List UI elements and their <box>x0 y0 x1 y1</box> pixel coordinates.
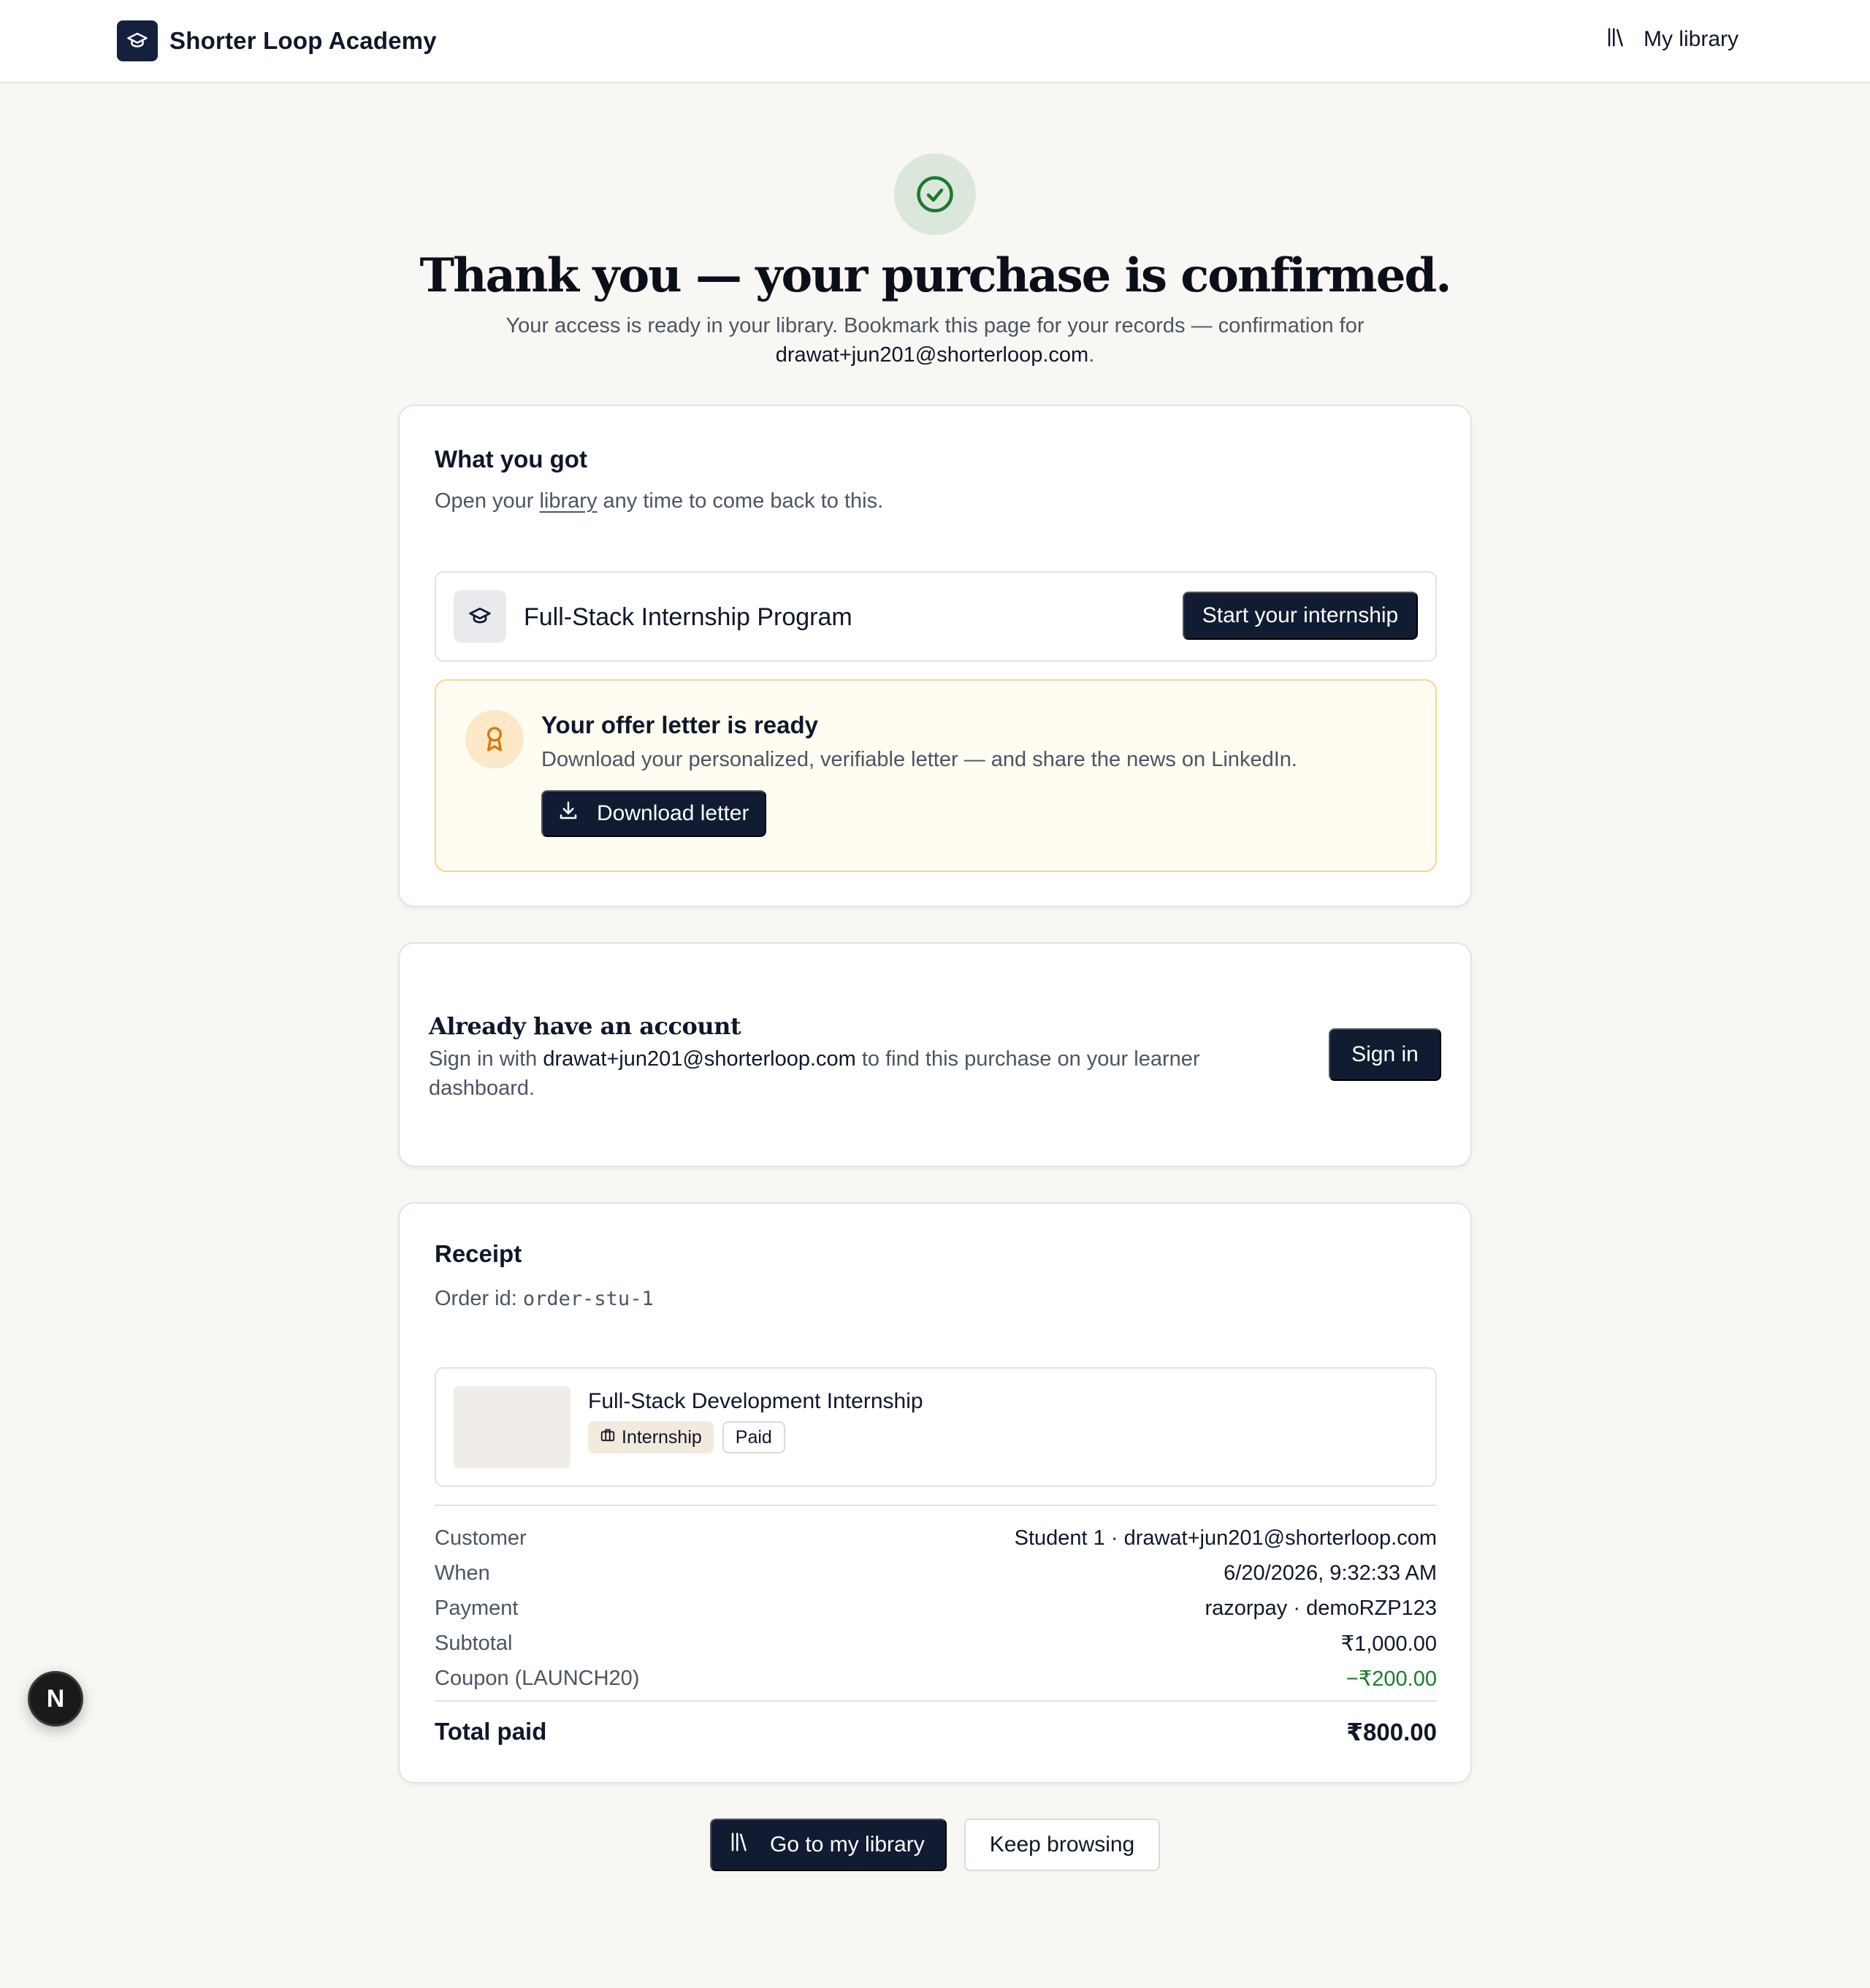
receipt-line-when: When 6/20/2026, 9:32:33 AM <box>435 1556 1437 1591</box>
product-name: Full-Stack Internship Program <box>524 603 852 631</box>
offer-title: Your offer letter is ready <box>541 711 819 738</box>
page-subtitle: Your access is ready in your library. Bo… <box>409 311 1461 370</box>
brand[interactable]: Shorter Loop Academy <box>117 20 437 61</box>
line-value: Student 1 · drawat+jun201@shorterloop.co… <box>1014 1526 1437 1550</box>
line-label: Customer <box>435 1526 527 1550</box>
receipt-divider <box>435 1505 1437 1506</box>
library-icon <box>729 1831 751 1859</box>
receipt-lines: Customer Student 1 · drawat+jun201@short… <box>435 1521 1437 1696</box>
account-title: Already have an account <box>429 1012 741 1040</box>
subtitle-suffix: . <box>1088 343 1095 367</box>
top-navigation-bar: Shorter Loop Academy My library <box>0 0 1870 83</box>
line-label: When <box>435 1561 490 1585</box>
total-row: Total paid ₹800.00 <box>435 1718 1437 1746</box>
sign-in-button[interactable]: Sign in <box>1329 1028 1441 1081</box>
line-label: Payment <box>435 1596 519 1620</box>
offer-description: Download your personalized, verifiable l… <box>541 748 1297 771</box>
my-library-link[interactable]: My library <box>1606 26 1739 52</box>
item-name: Full-Stack Development Internship <box>588 1389 923 1413</box>
briefcase-icon <box>600 1427 616 1448</box>
receipt-line-payment: Payment razorpay · demoRZP123 <box>435 1591 1437 1626</box>
line-value: ₹1,000.00 <box>1340 1632 1437 1656</box>
line-value: 6/20/2026, 9:32:33 AM <box>1224 1561 1437 1585</box>
page-title: Thank you — your purchase is confirmed. <box>419 248 1452 303</box>
start-internship-button[interactable]: Start your internship <box>1183 592 1418 640</box>
graduation-cap-icon <box>454 590 506 643</box>
order-label: Order id: <box>435 1287 517 1310</box>
total-label: Total paid <box>435 1718 547 1745</box>
account-text: Sign in with drawat+jun201@shorterloop.c… <box>429 1044 1232 1103</box>
item-tags: Internship Paid <box>588 1421 785 1453</box>
download-icon <box>557 800 579 827</box>
offer-letter-panel: Your offer letter is ready Download your… <box>435 679 1437 872</box>
subtitle-before: Open your <box>435 489 534 513</box>
download-letter-button[interactable]: Download letter <box>541 790 766 837</box>
receipt-line-customer: Customer Student 1 · drawat+jun201@short… <box>435 1521 1437 1556</box>
line-value: −₹200.00 <box>1346 1667 1437 1691</box>
receipt-line-coupon: Coupon (LAUNCH20) −₹200.00 <box>435 1661 1437 1696</box>
award-ribbon-icon <box>465 710 524 768</box>
library-link[interactable]: library <box>539 489 597 513</box>
account-email: drawat+jun201@shorterloop.com <box>543 1047 856 1071</box>
go-to-library-button[interactable]: Go to my library <box>710 1819 947 1871</box>
brand-name: Shorter Loop Academy <box>169 27 437 54</box>
subtitle-after: any time to come back to this. <box>603 489 884 513</box>
receipt-card: Receipt Order id: order-stu-1 Full-Stack… <box>398 1202 1472 1784</box>
total-divider <box>435 1700 1437 1702</box>
what-you-got-card: What you got Open your library any time … <box>398 405 1472 907</box>
internship-tag-label: Internship <box>622 1426 702 1448</box>
internship-tag: Internship <box>588 1421 714 1453</box>
order-id: Order id: order-stu-1 <box>435 1287 654 1311</box>
check-circle-icon <box>894 153 976 235</box>
dev-tools-badge[interactable]: N <box>28 1671 83 1727</box>
receipt-line-subtotal: Subtotal ₹1,000.00 <box>435 1626 1437 1661</box>
confirmation-email: drawat+jun201@shorterloop.com <box>775 343 1089 367</box>
graduation-cap-icon <box>117 20 158 61</box>
receipt-title: Receipt <box>435 1240 522 1267</box>
line-label: Subtotal <box>435 1631 513 1655</box>
product-row: Full-Stack Internship Program Start your… <box>435 571 1437 662</box>
line-value: razorpay · demoRZP123 <box>1205 1596 1437 1620</box>
section-title: What you got <box>435 446 587 473</box>
download-letter-label: Download letter <box>597 801 749 825</box>
receipt-item: Full-Stack Development Internship Intern… <box>435 1367 1437 1487</box>
paid-tag: Paid <box>722 1421 785 1453</box>
keep-browsing-button[interactable]: Keep browsing <box>964 1819 1160 1871</box>
section-subtitle: Open your library any time to come back … <box>435 489 883 513</box>
my-library-label: My library <box>1643 26 1739 51</box>
go-to-library-label: Go to my library <box>770 1832 925 1857</box>
account-text-before: Sign in with <box>429 1047 538 1071</box>
account-card: Already have an account Sign in with dra… <box>398 942 1472 1167</box>
order-id-value: order-stu-1 <box>522 1288 654 1310</box>
item-thumbnail <box>454 1386 570 1468</box>
subtitle-text: Your access is ready in your library. Bo… <box>505 314 1365 337</box>
library-icon <box>1606 26 1627 52</box>
line-label: Coupon (LAUNCH20) <box>435 1666 640 1690</box>
total-value: ₹800.00 <box>1346 1719 1437 1746</box>
